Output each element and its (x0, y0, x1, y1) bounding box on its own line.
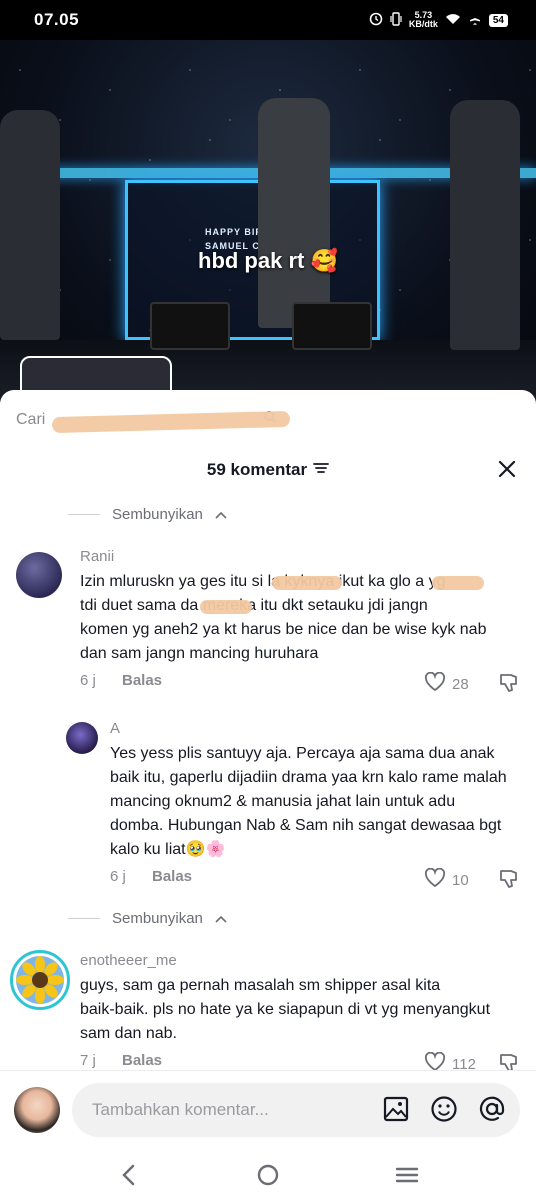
comment-line: tdi duet sama da mereka itu dkt setauku … (80, 597, 428, 614)
stage-monitor-left (150, 302, 230, 350)
like-count: 28 (452, 675, 469, 693)
comment-date: 6 j (80, 672, 96, 689)
comment-line: guys, sam ga pernah masalah sm shipper a… (80, 977, 441, 994)
heart-icon (424, 671, 446, 696)
reply-button[interactable]: Balas (152, 868, 192, 885)
comment-line: baik itu, gaperlu dijadiin drama yaa krn… (110, 769, 507, 786)
video-player[interactable]: HAPPY BIRT SAMUEL CI hbd pak rt 🥰 (0, 40, 536, 400)
net-speed-unit: KB/dtk (408, 19, 438, 29)
chevron-up-icon (215, 506, 227, 523)
close-icon[interactable] (496, 458, 518, 480)
alarm-icon (369, 12, 383, 29)
reply-button[interactable]: Balas (122, 672, 162, 689)
dislike-icon[interactable] (498, 868, 520, 890)
comment-username[interactable]: enotheeer_me (80, 952, 177, 969)
status-time: 07.05 (34, 10, 80, 29)
dislike-icon[interactable] (498, 672, 520, 694)
comment-line: sam dan nab. (80, 1025, 177, 1042)
comment-meta: 6 j Balas (110, 868, 192, 885)
system-nav-bar (0, 1150, 536, 1200)
comment-text: Yes yess plis santuyy aja. Percaya aja s… (110, 742, 530, 862)
comment-line: komen yg aneh2 ya kt harus be nice dan b… (80, 621, 487, 638)
avatar[interactable] (66, 722, 98, 754)
hide-replies-label: Sembunyikan (112, 910, 203, 927)
singer-figure (258, 98, 330, 328)
comment-input-bar: Tambahkan komentar... (0, 1070, 536, 1150)
comment-username[interactable]: Ranii (80, 548, 114, 565)
sort-icon[interactable] (313, 460, 329, 480)
heart-icon (424, 867, 446, 892)
comment-username[interactable]: A (110, 720, 120, 737)
avatar[interactable] (10, 950, 70, 1010)
hide-replies-row[interactable]: Sembunyikan (68, 910, 227, 927)
status-bar: 07.05 5.73 KB/dtk 54 (0, 0, 536, 40)
mention-icon[interactable] (478, 1095, 506, 1123)
network-speed: 5.73 KB/dtk (409, 11, 438, 29)
emoji-icon[interactable] (430, 1095, 458, 1123)
home-icon[interactable] (255, 1162, 281, 1188)
comment-line: mancing oknum2 & manusia jahat lain untu… (110, 793, 456, 810)
video-caption: hbd pak rt 🥰 (198, 248, 338, 273)
comment-line: kalo ku liat🥹🌸 (110, 841, 226, 858)
search-suggestion-text: Cari (16, 410, 46, 428)
wifi-icon (445, 13, 461, 28)
redaction-scribble (272, 576, 342, 590)
redaction-scribble (432, 576, 484, 590)
chevron-up-icon (215, 910, 227, 927)
comments-header: 59 komentar (0, 452, 536, 488)
status-icons: 5.73 KB/dtk 54 (369, 11, 508, 29)
hide-replies-label: Sembunyikan (112, 506, 203, 523)
comment-line: dan sam jangn mancing huruhara (80, 645, 319, 662)
divider-line (68, 514, 100, 515)
sunflower-icon (16, 956, 64, 1004)
reply-button[interactable]: Balas (122, 1052, 162, 1069)
divider-line (68, 918, 100, 919)
comment-line: baik-baik. pls no hate ya ke siapapun di… (80, 1001, 491, 1018)
comment-meta: 7 j Balas (80, 1052, 162, 1069)
vibrate-icon (390, 11, 402, 29)
comment-text: guys, sam ga pernah masalah sm shipper a… (80, 974, 530, 1046)
image-icon[interactable] (382, 1095, 410, 1123)
like-button[interactable]: 10 (424, 867, 469, 892)
redaction-scribble (200, 600, 252, 614)
stage-monitor-right (292, 302, 372, 350)
hide-replies-row[interactable]: Sembunyikan (68, 506, 227, 523)
avatar[interactable] (16, 552, 62, 598)
comment-date: 6 j (110, 868, 126, 885)
airplane-icon (468, 12, 482, 29)
current-user-avatar[interactable] (14, 1087, 60, 1133)
comment-line: Yes yess plis santuyy aja. Percaya aja s… (110, 745, 495, 762)
battery-indicator: 54 (488, 13, 508, 27)
bassist-right-figure (450, 100, 520, 350)
like-button[interactable]: 28 (424, 671, 469, 696)
comment-meta: 6 j Balas (80, 672, 162, 689)
like-count: 10 (452, 871, 469, 889)
back-icon[interactable] (116, 1162, 142, 1188)
comment-date: 7 j (80, 1052, 96, 1069)
input-tools (382, 1095, 506, 1123)
comment-line: domba. Hubungan Nab & Sam nih sangat dew… (110, 817, 502, 834)
comment-count: 59 komentar (206, 460, 308, 479)
menu-icon[interactable] (394, 1162, 420, 1188)
guitarist-left-figure (0, 110, 60, 340)
